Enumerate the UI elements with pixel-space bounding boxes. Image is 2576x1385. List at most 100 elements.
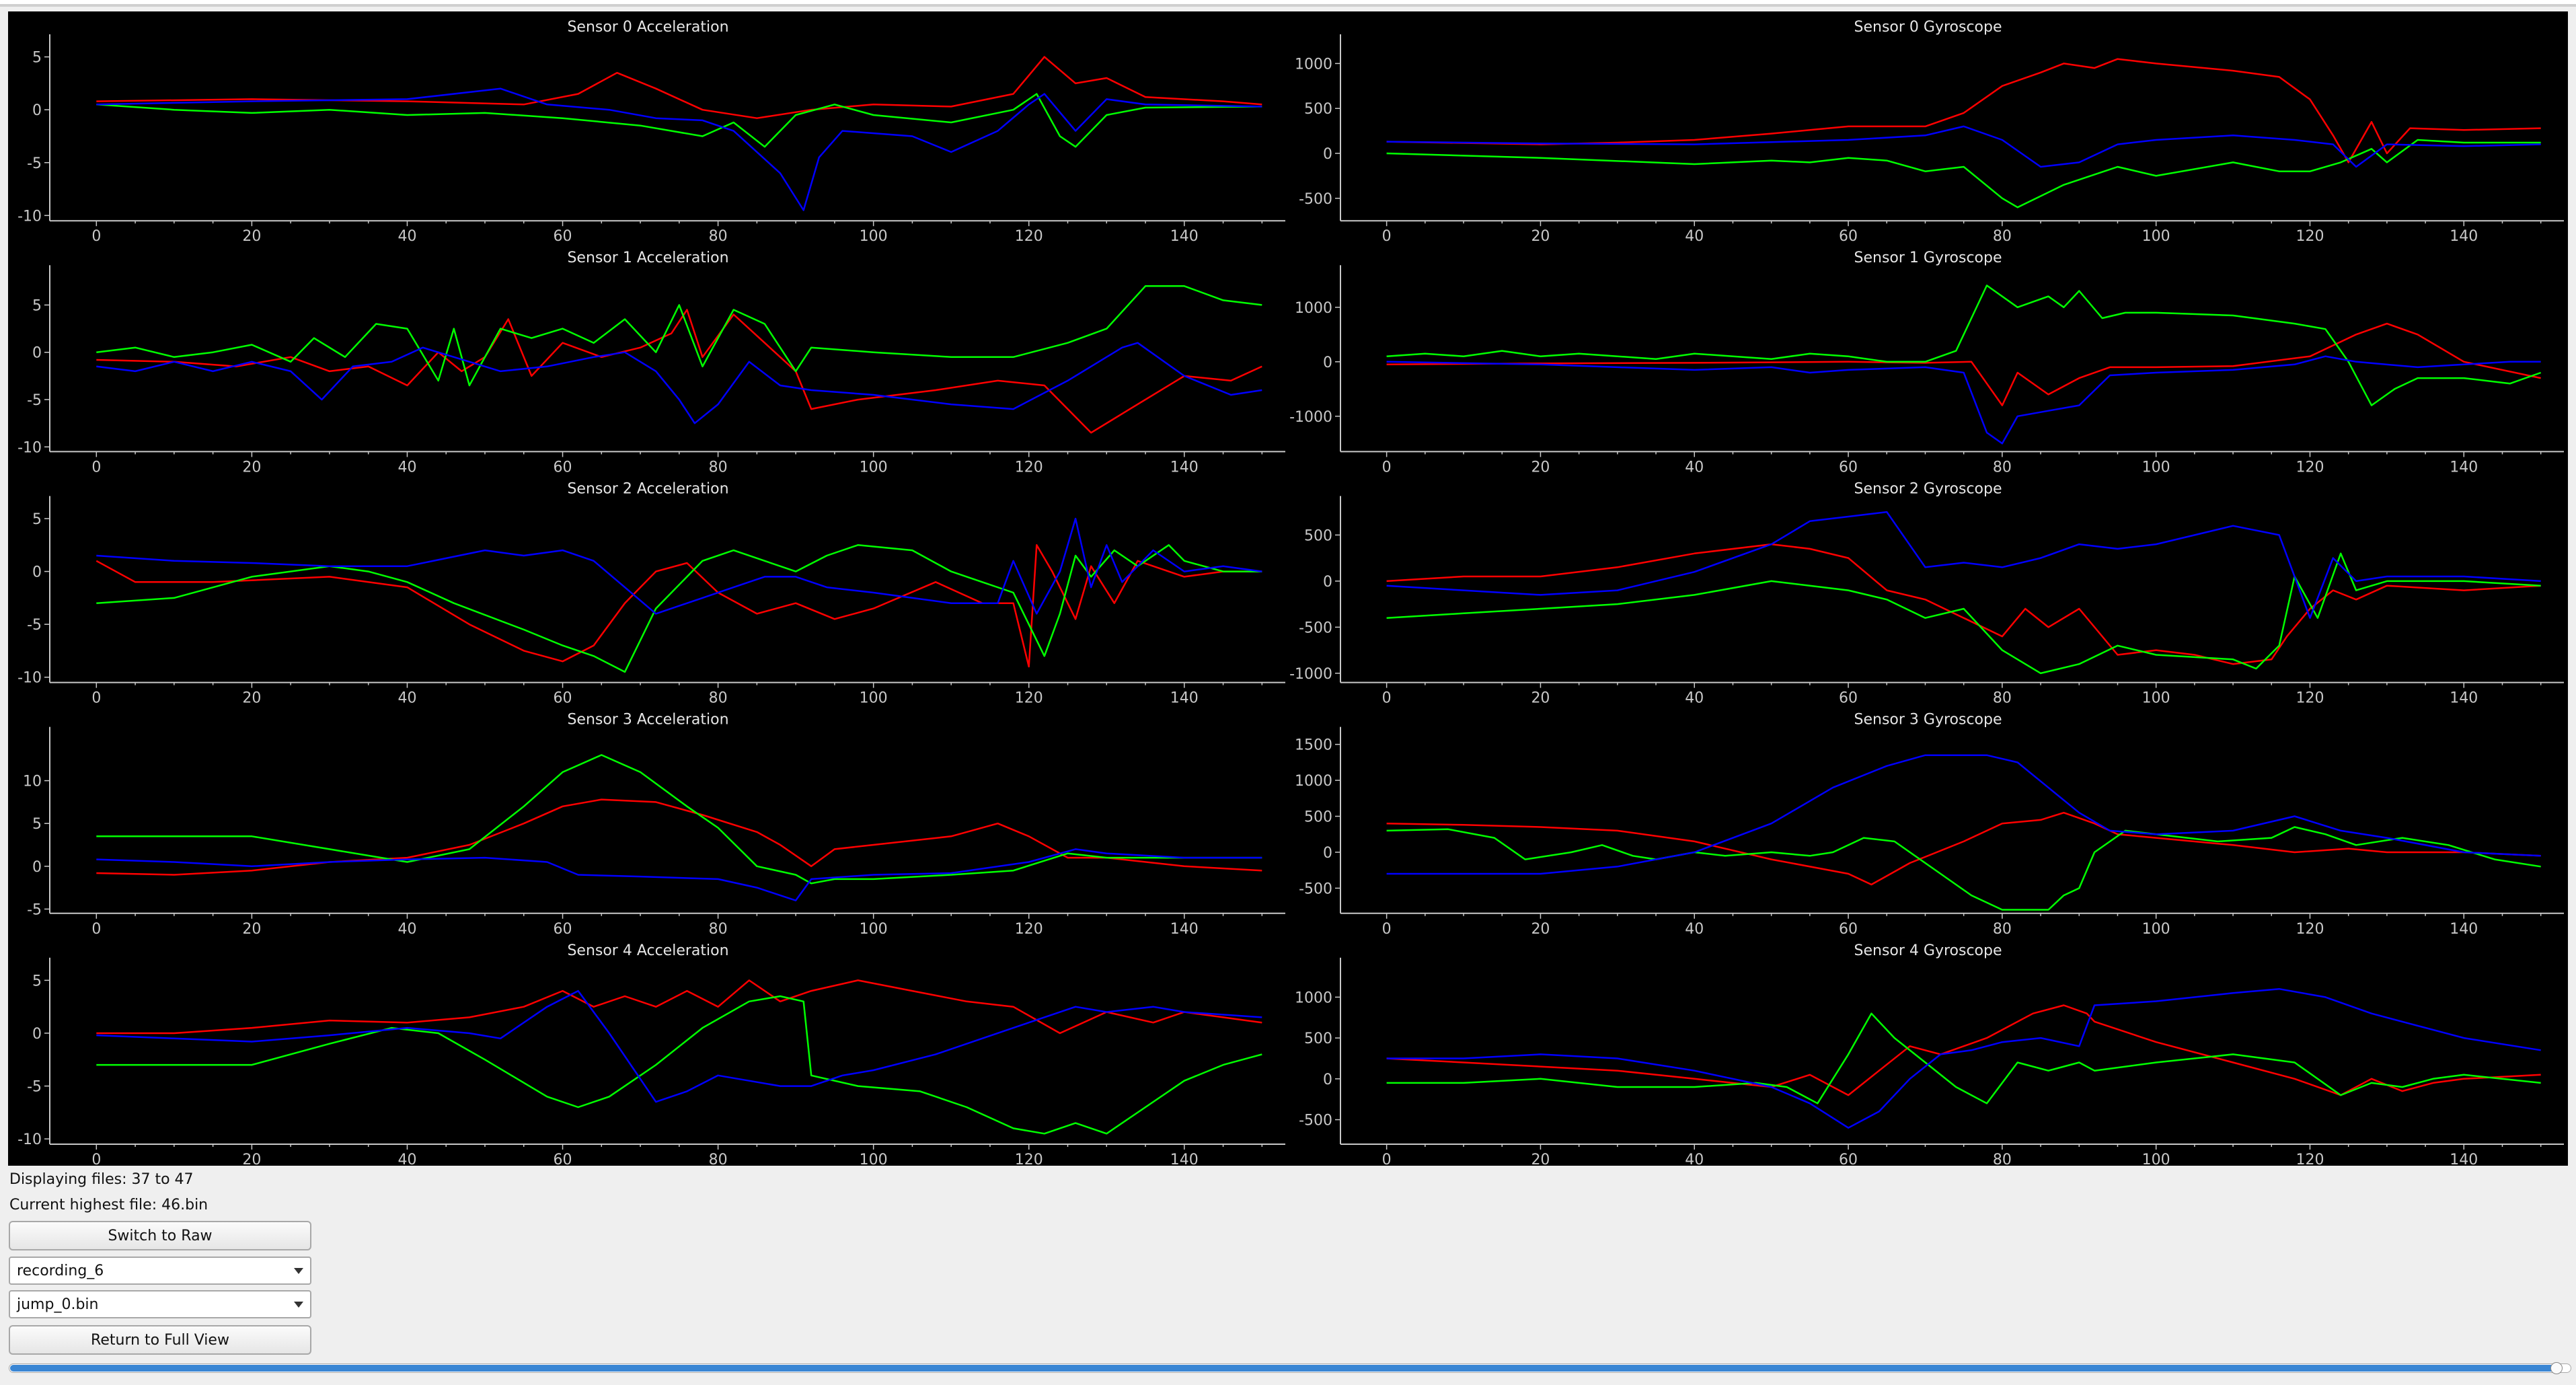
- series-line: [1386, 285, 2542, 406]
- x-tick-label: 20: [242, 459, 261, 476]
- file-slider-handle[interactable]: [2550, 1362, 2563, 1374]
- x-tick-label: 120: [1015, 690, 1043, 707]
- x-tick-label: 40: [397, 459, 416, 476]
- chart-title: Sensor 2 Acceleration: [567, 480, 728, 497]
- x-tick-label: 60: [1839, 921, 1858, 938]
- y-tick-label: 500: [1304, 1031, 1332, 1047]
- y-tick-label: 1000: [1295, 989, 1332, 1006]
- y-tick-label: -10: [17, 208, 42, 225]
- chart-title: Sensor 4 Gyroscope: [1854, 942, 2002, 959]
- chart-panel: Sensor 4 Acceleration 0 20 40 60 80 100 120 140 5…: [17, 942, 1285, 1166]
- x-tick-label: 100: [860, 228, 888, 245]
- y-tick-label: 1000: [1295, 56, 1332, 73]
- file-slider[interactable]: [9, 1362, 2571, 1374]
- chart-panel: Sensor 1 Acceleration 0 20 40 60 80 100 120 140 5…: [17, 250, 1285, 476]
- y-tick-label: 0: [32, 564, 42, 581]
- x-tick-label: 80: [1993, 228, 2012, 245]
- chart-title: Sensor 3 Gyroscope: [1854, 712, 2002, 728]
- x-tick-label: 80: [1993, 1152, 2012, 1166]
- x-tick-label: 100: [2142, 1152, 2170, 1166]
- chart-title: Sensor 0 Acceleration: [567, 19, 728, 36]
- x-tick-label: 100: [860, 921, 888, 938]
- x-tick-label: 40: [397, 228, 416, 245]
- chart-panel: Sensor 1 Gyroscope 0 20 40 60 80 100 120 140 1000…: [1289, 250, 2564, 476]
- y-tick-label: 500: [1304, 527, 1332, 544]
- y-tick-label: -5: [27, 1079, 42, 1096]
- x-tick-label: 0: [91, 1152, 101, 1166]
- x-tick-label: 100: [860, 1152, 888, 1166]
- series-line: [96, 754, 1262, 885]
- series-line: [96, 798, 1262, 876]
- y-tick-label: -10: [17, 1131, 42, 1148]
- file-select[interactable]: jump_0.bin: [9, 1290, 311, 1318]
- series-line: [96, 979, 1262, 1035]
- x-tick-label: 0: [91, 459, 101, 476]
- x-tick-label: 0: [91, 228, 101, 245]
- x-tick-label: 40: [1685, 459, 1704, 476]
- x-tick-label: 120: [2296, 921, 2324, 938]
- chart-panel: Sensor 3 Acceleration0 20 40 60 80 100 120 1401…: [23, 712, 1285, 938]
- y-tick-label: 0: [32, 859, 42, 876]
- x-tick-label: 140: [1170, 228, 1199, 245]
- x-tick-label: 0: [91, 921, 101, 938]
- x-tick-label: 140: [2450, 228, 2478, 245]
- y-tick-label: -5: [27, 392, 42, 409]
- switch-mode-button[interactable]: Switch to Raw: [9, 1221, 311, 1250]
- x-tick-label: 140: [2450, 459, 2478, 476]
- series-line: [96, 342, 1262, 424]
- x-tick-label: 20: [242, 1152, 261, 1166]
- y-tick-label: 1000: [1295, 773, 1332, 790]
- window-top-edge: [0, 0, 2576, 7]
- x-tick-label: 120: [1015, 228, 1043, 245]
- x-tick-label: 140: [1170, 1152, 1199, 1166]
- y-tick-label: 500: [1304, 809, 1332, 826]
- series-line: [1386, 125, 2541, 168]
- recording-select-value: recording_6: [17, 1262, 104, 1279]
- chart-title: Sensor 3 Acceleration: [567, 712, 728, 728]
- y-tick-label: -10: [17, 670, 42, 687]
- x-tick-label: 20: [1531, 921, 1550, 938]
- x-tick-label: 60: [1839, 459, 1858, 476]
- y-tick-label: 0: [1323, 1072, 1332, 1088]
- y-tick-label: 0: [1323, 574, 1332, 591]
- x-tick-label: 80: [709, 690, 728, 707]
- chart-title: Sensor 1 Gyroscope: [1854, 250, 2002, 266]
- x-tick-label: 0: [1382, 921, 1392, 938]
- series-line: [96, 309, 1262, 434]
- x-tick-label: 60: [1839, 1152, 1858, 1166]
- return-full-view-button[interactable]: Return to Full View: [9, 1325, 311, 1355]
- x-tick-label: 40: [1685, 690, 1704, 707]
- series-line: [96, 87, 1262, 211]
- chart-title: Sensor 4 Acceleration: [567, 942, 728, 959]
- chart-title: Sensor 2 Gyroscope: [1854, 480, 2002, 497]
- x-tick-label: 20: [1531, 228, 1550, 245]
- y-tick-label: 5: [32, 50, 42, 67]
- x-tick-label: 140: [2450, 1152, 2478, 1166]
- x-tick-label: 140: [1170, 921, 1199, 938]
- x-tick-label: 140: [2450, 921, 2478, 938]
- y-tick-label: -1000: [1289, 666, 1332, 683]
- y-tick-label: 5: [32, 297, 42, 314]
- y-tick-label: 1500: [1295, 737, 1332, 754]
- x-tick-label: 40: [397, 921, 416, 938]
- x-tick-label: 20: [242, 690, 261, 707]
- x-tick-label: 60: [554, 459, 572, 476]
- y-tick-label: -5: [27, 617, 42, 634]
- x-tick-label: 0: [1382, 1152, 1392, 1166]
- x-tick-label: 60: [554, 1152, 572, 1166]
- x-tick-label: 80: [709, 228, 728, 245]
- series-line: [1386, 552, 2541, 675]
- x-tick-label: 120: [1015, 459, 1043, 476]
- x-tick-label: 20: [242, 921, 261, 938]
- y-tick-label: 1000: [1295, 300, 1332, 317]
- x-tick-label: 100: [2142, 690, 2170, 707]
- x-tick-label: 0: [1382, 228, 1392, 245]
- x-tick-label: 80: [709, 921, 728, 938]
- x-tick-label: 120: [2296, 459, 2324, 476]
- x-tick-label: 20: [1531, 459, 1550, 476]
- y-tick-label: -1000: [1289, 409, 1332, 426]
- x-tick-label: 100: [2142, 921, 2170, 938]
- recording-select[interactable]: recording_6: [9, 1257, 311, 1285]
- y-tick-label: 5: [32, 511, 42, 528]
- x-tick-label: 40: [397, 1152, 416, 1166]
